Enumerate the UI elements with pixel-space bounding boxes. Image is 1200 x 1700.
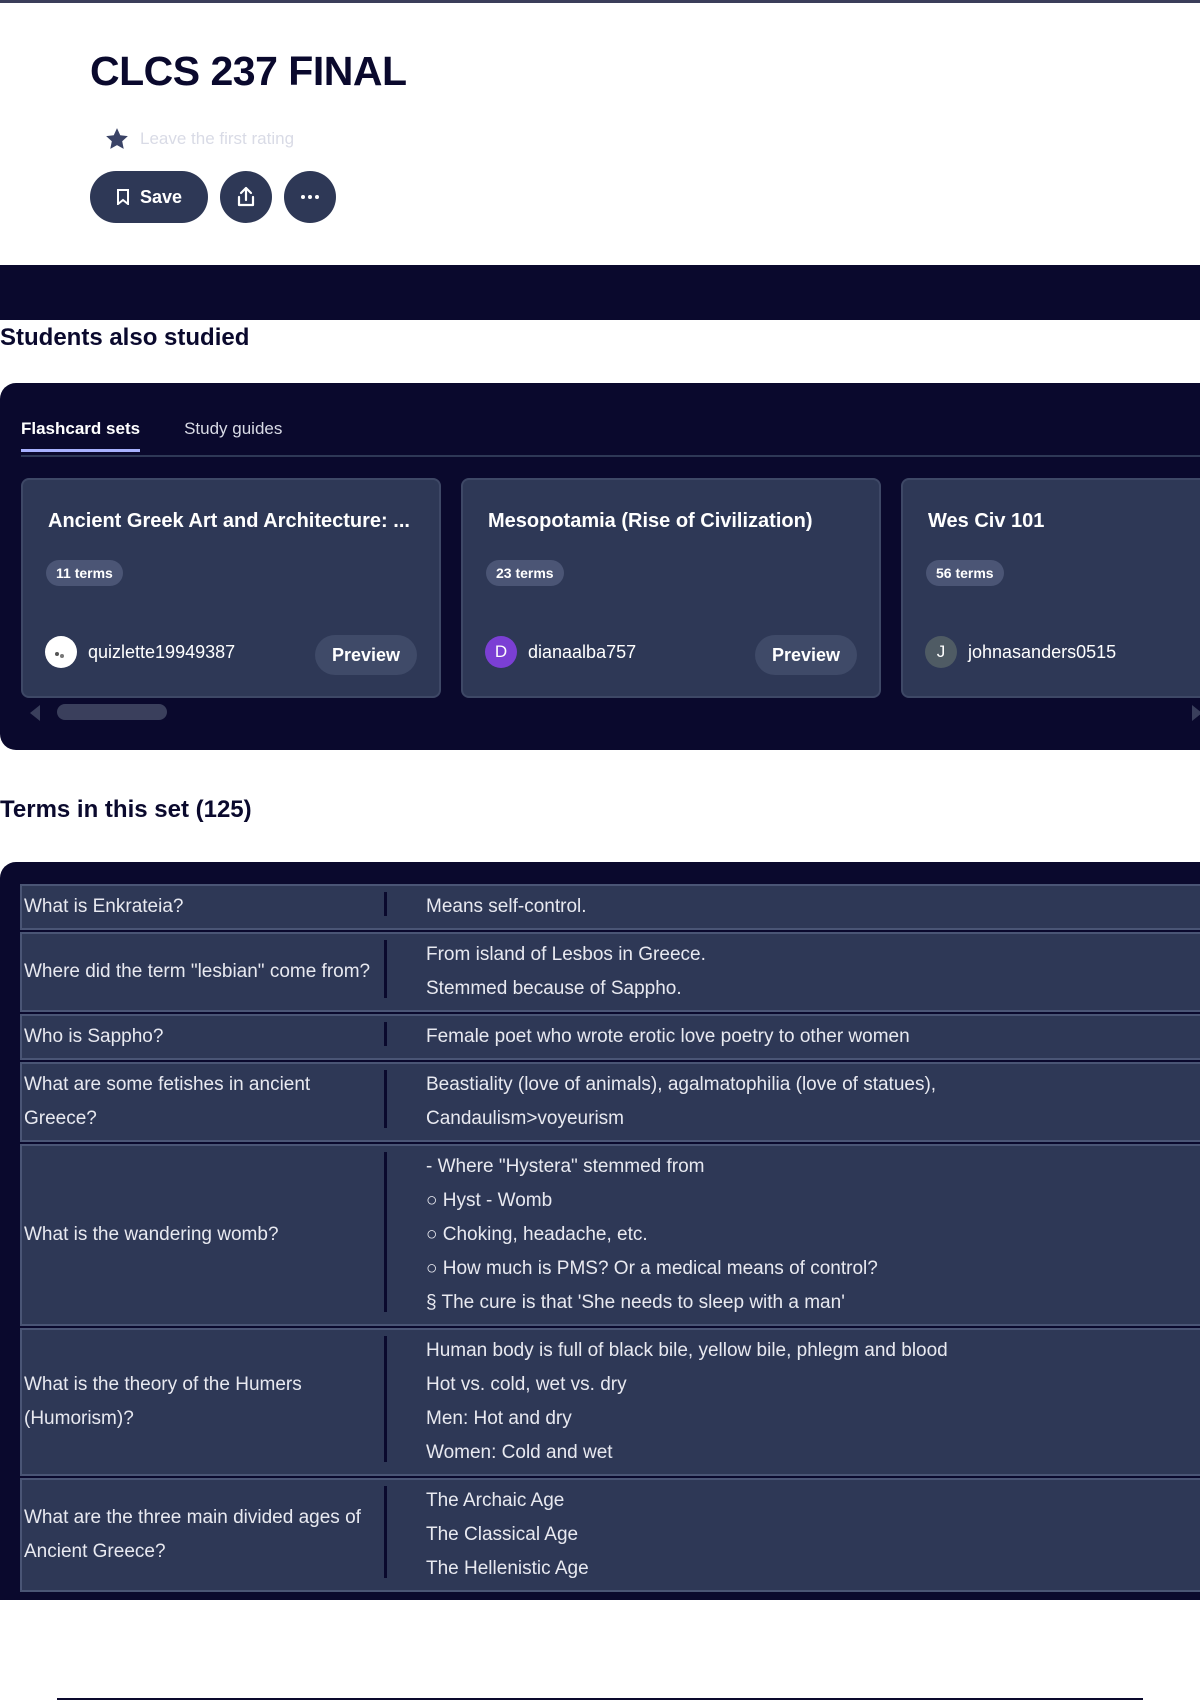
term-divider — [384, 1070, 387, 1128]
page-title: CLCS 237 FINAL — [90, 48, 407, 94]
definition-line: Men: Hot and dry — [426, 1408, 572, 1429]
term-row: Who is Sappho? Female poet who wrote erot… — [20, 1014, 1200, 1060]
card-author[interactable]: quizlette19949387 — [45, 636, 235, 668]
avatar-image-icon — [55, 652, 64, 658]
card-author[interactable]: J johnasanders0515 — [925, 636, 1116, 668]
term-text: Where did the term "lesbian" come from? — [24, 961, 371, 982]
term-divider — [384, 892, 387, 916]
definition-line: Hot vs. cold, wet vs. dry — [426, 1374, 627, 1395]
more-icon — [301, 195, 319, 199]
scroll-left-arrow[interactable] — [30, 705, 40, 721]
banner-strip — [0, 265, 1200, 320]
tab-bar: Flashcard sets Study guides — [21, 419, 282, 452]
terms-count-badge: 23 terms — [486, 560, 564, 586]
definition-line: From island of Lesbos in Greece. — [426, 944, 706, 965]
students-also-studied-panel: Flashcard sets Study guides Ancient Gree… — [0, 383, 1200, 750]
term-divider — [384, 1152, 387, 1312]
terms-section-title: Terms in this set (125) — [0, 796, 252, 823]
term-row: What is the wandering womb? - Where "Hyst… — [20, 1144, 1200, 1326]
term-divider — [384, 1022, 387, 1046]
terms-count-badge: 11 terms — [46, 560, 123, 586]
term-divider — [384, 1486, 387, 1578]
terms-panel: What is Enkrateia? Means self-control. Whe… — [0, 862, 1200, 1600]
scroll-right-arrow[interactable] — [1192, 705, 1200, 721]
card-title: Mesopotamia (Rise of Civilization) — [488, 510, 813, 532]
term-divider — [384, 1336, 387, 1462]
flashcard-set-card[interactable]: Wes Civ 101 56 terms J johnasanders0515 — [901, 478, 1200, 698]
students-also-studied-title: Students also studied — [0, 324, 250, 351]
definition-line: The Hellenistic Age — [426, 1558, 589, 1579]
terms-list: What is Enkrateia? Means self-control. Whe… — [20, 884, 1200, 1594]
definition-line: ○ How much is PMS? Or a medical means of… — [426, 1258, 878, 1279]
term-text: What is the theory of the Humers (Humori… — [24, 1374, 302, 1429]
definition-text: The Archaic Age The Classical Age The Hell… — [382, 1480, 1200, 1590]
term-text: Who is Sappho? — [24, 1026, 164, 1047]
top-rule — [0, 0, 1200, 3]
definition-line: Female poet who wrote erotic love poetry… — [426, 1026, 910, 1047]
definition-line: Women: Cold and wet — [426, 1442, 613, 1463]
action-bar: Save — [90, 171, 336, 223]
save-button[interactable]: Save — [90, 171, 208, 223]
definition-line: The Classical Age — [426, 1524, 579, 1545]
username: dianaalba757 — [528, 641, 637, 662]
rating-row[interactable]: Leave the first rating — [104, 126, 294, 152]
definition-line: - Where "Hystera" stemmed from — [426, 1156, 705, 1177]
term-text: What are the three main divided ages of … — [24, 1507, 361, 1562]
more-options-button[interactable] — [284, 171, 336, 223]
term-row: What are the three main divided ages of … — [20, 1478, 1200, 1592]
term-row: What is the theory of the Humers (Humori… — [20, 1328, 1200, 1476]
tab-study-guides[interactable]: Study guides — [184, 419, 282, 452]
definition-text: Female poet who wrote erotic love poetry… — [382, 1016, 1200, 1058]
term-row: Where did the term "lesbian" come from? F… — [20, 932, 1200, 1012]
definition-line: The Archaic Age — [426, 1490, 565, 1511]
avatar — [45, 636, 77, 668]
definition-text: Beastiality (love of animals), agalmatop… — [382, 1064, 1200, 1140]
flashcard-set-card[interactable]: Ancient Greek Art and Architecture: ... … — [21, 478, 441, 698]
term-text: What are some fetishes in ancient Greece… — [24, 1074, 311, 1129]
definition-text: - Where "Hystera" stemmed from ○ Hyst - W… — [382, 1146, 1200, 1324]
avatar: D — [485, 636, 517, 668]
definition-line: Stemmed because of Sappho. — [426, 978, 682, 999]
definition-line: Beastiality (love of animals), agalmatop… — [426, 1074, 937, 1095]
flashcard-set-card[interactable]: Mesopotamia (Rise of Civilization) 23 te… — [461, 478, 881, 698]
bookmark-icon — [116, 189, 129, 205]
tabs-divider — [21, 455, 1200, 457]
definition-text: From island of Lesbos in Greece. Stemmed … — [382, 934, 1200, 1010]
definition-line: Means self-control. — [426, 896, 587, 917]
definition-text: Human body is full of black bile, yellow… — [382, 1330, 1200, 1474]
definition-line: Candaulism>voyeurism — [426, 1108, 624, 1129]
preview-button[interactable]: Preview — [755, 635, 857, 675]
star-icon — [106, 128, 128, 149]
username: quizlette19949387 — [88, 641, 236, 662]
term-row: What are some fetishes in ancient Greece… — [20, 1062, 1200, 1142]
definition-line: ○ Hyst - Womb — [426, 1190, 553, 1211]
horizontal-scrollbar-thumb[interactable] — [57, 704, 167, 720]
term-row: What is Enkrateia? Means self-control. — [20, 884, 1200, 930]
definition-line: Human body is full of black bile, yellow… — [426, 1340, 948, 1361]
tab-flashcard-sets[interactable]: Flashcard sets — [21, 419, 141, 452]
definition-line: § The cure is that 'She needs to sleep w… — [426, 1292, 845, 1313]
share-button[interactable] — [220, 171, 272, 223]
set-header: CLCS 237 FINAL Leave the first rating Sa… — [90, 48, 1090, 223]
avatar: J — [925, 636, 957, 668]
term-text: What is Enkrateia? — [24, 896, 184, 917]
username: johnasanders0515 — [968, 641, 1117, 662]
terms-count-badge: 56 terms — [926, 560, 1004, 586]
share-icon — [237, 186, 255, 207]
preview-button[interactable]: Preview — [315, 635, 417, 675]
card-title: Wes Civ 101 — [928, 510, 1045, 532]
card-title: Ancient Greek Art and Architecture: ... — [48, 510, 410, 532]
term-text: What is the wandering womb? — [24, 1224, 279, 1245]
save-label: Save — [139, 186, 183, 207]
definition-text: Means self-control. — [382, 886, 1200, 928]
card-author[interactable]: D dianaalba757 — [485, 636, 636, 668]
definition-line: ○ Choking, headache, etc. — [426, 1224, 648, 1245]
rating-text: Leave the first rating — [140, 129, 295, 148]
term-divider — [384, 940, 387, 998]
